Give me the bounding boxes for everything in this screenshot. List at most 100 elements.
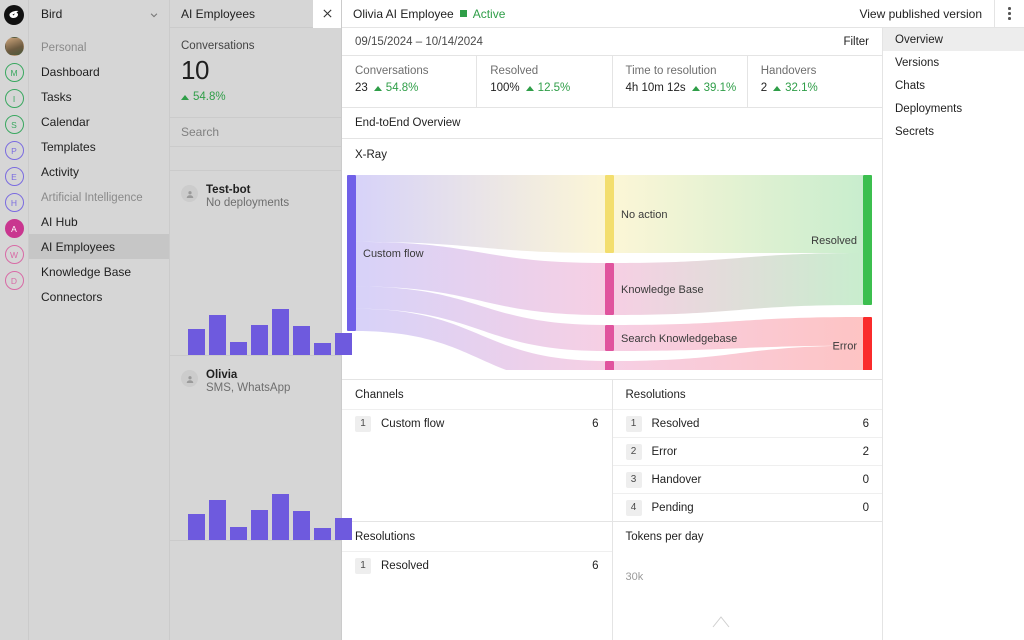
sankey-node[interactable] bbox=[605, 263, 614, 315]
sidebar-item-templates[interactable]: Templates bbox=[29, 134, 169, 159]
row-rank: 1 bbox=[355, 558, 371, 574]
sankey-node[interactable] bbox=[863, 317, 872, 370]
list-item[interactable]: Test-botNo deployments bbox=[170, 171, 341, 356]
avatar-a[interactable]: A bbox=[5, 219, 24, 238]
metric-label: Time to resolution bbox=[626, 65, 747, 77]
sidebar-item-calendar[interactable]: Calendar bbox=[29, 109, 169, 134]
view-published-version-button[interactable]: View published version bbox=[847, 7, 994, 21]
conversations-stat: Conversations 10 54.8% bbox=[170, 28, 341, 118]
tab-secrets[interactable]: Secrets bbox=[883, 120, 1024, 143]
avatar-m[interactable]: M bbox=[5, 63, 24, 82]
table-row[interactable]: 1Custom flow6 bbox=[342, 409, 612, 437]
bird-logo-icon[interactable] bbox=[4, 5, 24, 25]
sidebar-item-activity[interactable]: Activity bbox=[29, 159, 169, 184]
bot-name: Olivia bbox=[206, 369, 237, 381]
metric-value-row: 232.1% bbox=[761, 82, 882, 94]
list-item[interactable]: OliviaSMS, WhatsApp bbox=[170, 356, 341, 541]
row-rank: 2 bbox=[626, 444, 642, 460]
sparkline-bar bbox=[314, 343, 331, 355]
sidebar-item-tasks[interactable]: Tasks bbox=[29, 84, 169, 109]
table-row[interactable]: 3Handover0 bbox=[613, 465, 883, 493]
metric-label: Conversations bbox=[355, 65, 476, 77]
sankey-chart: Custom flowNo actionKnowledge BaseSearch… bbox=[342, 170, 882, 380]
panel-toolbar-strip bbox=[170, 147, 341, 171]
bot-sparkline bbox=[188, 480, 352, 540]
overview-content: 09/15/2024 – 10/14/2024 Filter Conversat… bbox=[342, 28, 883, 640]
avatar-w[interactable]: W bbox=[5, 245, 24, 264]
right-tab-list: OverviewVersionsChatsDeploymentsSecrets bbox=[883, 28, 1024, 640]
metric-delta-value: 39.1% bbox=[704, 82, 737, 94]
bot-row: OliviaSMS, WhatsApp bbox=[170, 356, 341, 398]
channels-rows: 1Custom flow6 bbox=[342, 409, 612, 437]
panel-tab-label[interactable]: AI Employees bbox=[170, 7, 313, 21]
chevron-down-icon[interactable] bbox=[149, 9, 159, 19]
sankey-node[interactable] bbox=[605, 175, 614, 253]
row-rank: 1 bbox=[355, 416, 371, 432]
sparkline-bar bbox=[293, 326, 310, 355]
sidebar-item-connectors[interactable]: Connectors bbox=[29, 284, 169, 309]
icon-rail: MISPEHAWD bbox=[0, 0, 29, 640]
sidebar-item-dashboard[interactable]: Dashboard bbox=[29, 59, 169, 84]
avatar-e[interactable]: E bbox=[5, 167, 24, 186]
filter-button[interactable]: Filter bbox=[830, 36, 882, 48]
ai-employees-panel: AI Employees Conversations 10 54.8% Sear… bbox=[170, 0, 342, 640]
sankey-link bbox=[356, 175, 605, 253]
bot-avatar-icon bbox=[181, 185, 198, 202]
row-value: 6 bbox=[592, 560, 598, 572]
sparkline-bar bbox=[251, 510, 268, 540]
channels-card: Channels 1Custom flow6 bbox=[342, 380, 613, 521]
trend-up-icon bbox=[181, 95, 189, 100]
tab-chats[interactable]: Chats bbox=[883, 74, 1024, 97]
tab-deployments[interactable]: Deployments bbox=[883, 97, 1024, 120]
avatar-d[interactable]: D bbox=[5, 271, 24, 290]
tab-overview[interactable]: Overview bbox=[883, 28, 1024, 51]
sankey-node-label: Knowledge Base bbox=[621, 284, 704, 296]
search-input[interactable]: Search bbox=[170, 118, 341, 147]
sparkline-bar bbox=[188, 514, 205, 540]
avatar-i[interactable]: I bbox=[5, 89, 24, 108]
xray-title: X-Ray bbox=[342, 139, 882, 170]
avatar-h[interactable]: H bbox=[5, 193, 24, 212]
sankey-node-label: Resolved bbox=[811, 235, 857, 247]
metric-delta: 39.1% bbox=[692, 82, 737, 94]
status-indicator-icon bbox=[460, 10, 467, 17]
close-icon[interactable] bbox=[313, 0, 341, 28]
tab-versions[interactable]: Versions bbox=[883, 51, 1024, 74]
table-row[interactable]: 1 Resolved 6 bbox=[342, 551, 612, 579]
metric-label: Resolved bbox=[490, 65, 611, 77]
sidebar-item-ai-hub[interactable]: AI Hub bbox=[29, 209, 169, 234]
tokens-per-day-title: Tokens per day bbox=[613, 522, 883, 551]
sankey-node-label: Search Knowledgebase bbox=[621, 333, 737, 345]
sankey-node[interactable] bbox=[605, 325, 614, 351]
page-title: Olivia AI Employee Active bbox=[342, 7, 505, 21]
sidebar-item-ai-employees[interactable]: AI Employees bbox=[29, 234, 169, 259]
sankey-node-label: No action bbox=[621, 209, 667, 221]
user-photo[interactable] bbox=[5, 37, 24, 56]
table-row[interactable]: 2Error2 bbox=[613, 437, 883, 465]
filter-bar: 09/15/2024 – 10/14/2024 Filter bbox=[342, 28, 882, 56]
table-row[interactable]: 1Resolved6 bbox=[613, 409, 883, 437]
channels-title: Channels bbox=[342, 380, 612, 409]
conversations-stat-label: Conversations bbox=[181, 40, 330, 52]
nav-list: PersonalDashboardTasksCalendarTemplatesA… bbox=[29, 28, 169, 309]
sankey-node[interactable] bbox=[605, 361, 614, 370]
avatar-p[interactable]: P bbox=[5, 141, 24, 160]
date-range-picker[interactable]: 09/15/2024 – 10/14/2024 bbox=[342, 36, 830, 48]
sankey-node[interactable] bbox=[863, 175, 872, 305]
sparkline-bar bbox=[230, 342, 247, 355]
row-name: Resolved bbox=[381, 560, 582, 572]
bot-text: OliviaSMS, WhatsApp bbox=[206, 367, 290, 394]
workspace-name: Bird bbox=[41, 7, 143, 21]
bot-subtitle: No deployments bbox=[206, 197, 289, 209]
sankey-node[interactable] bbox=[347, 175, 356, 331]
avatar-s[interactable]: S bbox=[5, 115, 24, 134]
bot-list: Test-botNo deployments OliviaSMS, WhatsAp… bbox=[170, 171, 341, 541]
table-row[interactable]: 4Pending0 bbox=[613, 493, 883, 521]
metric-card: Conversations2354.8% bbox=[342, 56, 477, 107]
row-value: 0 bbox=[863, 474, 869, 486]
metric-value: 100% bbox=[490, 82, 519, 94]
workspace-switcher[interactable]: Bird bbox=[29, 0, 169, 28]
sidebar-item-knowledge-base[interactable]: Knowledge Base bbox=[29, 259, 169, 284]
resolutions-title: Resolutions bbox=[613, 380, 883, 409]
more-options-icon[interactable] bbox=[994, 0, 1024, 28]
